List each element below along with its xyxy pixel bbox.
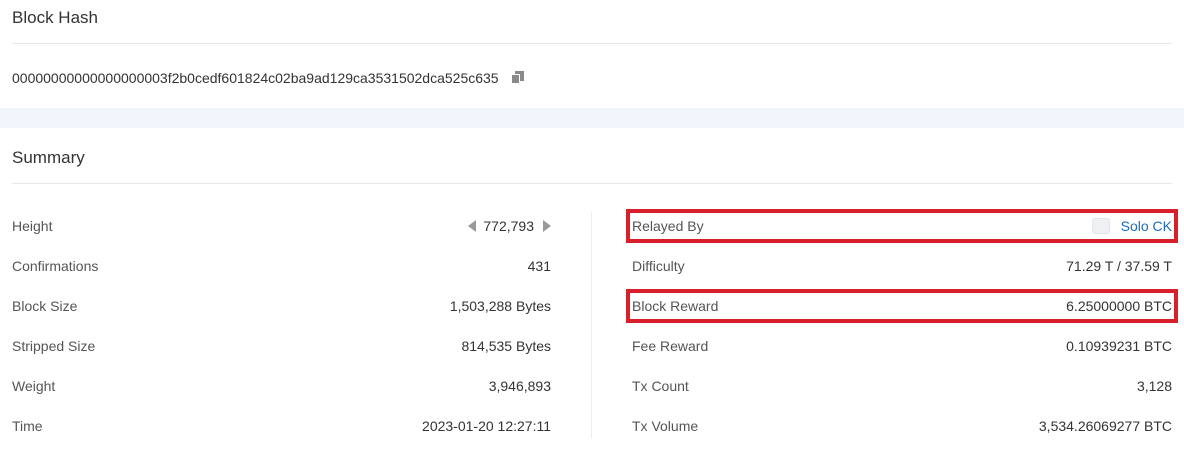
- summary-row-weight: Weight 3,946,893: [12, 366, 551, 406]
- summary-row-difficulty: Difficulty 71.29 T / 37.59 T: [632, 246, 1172, 286]
- tx-volume-value: 3,534.26069277 BTC: [1038, 418, 1172, 434]
- tx-count-label: Tx Count: [632, 378, 689, 394]
- summary-left-column: Height 772,793 Confirmations 431 Block S…: [12, 206, 551, 446]
- column-divider: [591, 212, 592, 438]
- confirmations-value: 431: [527, 258, 551, 274]
- tx-volume-label: Tx Volume: [632, 418, 699, 434]
- next-block-arrow-icon[interactable]: [543, 220, 551, 232]
- summary-row-time: Time 2023-01-20 12:27:11: [12, 406, 551, 446]
- summary-row-fee-reward: Fee Reward 0.10939231 BTC: [632, 326, 1172, 366]
- fee-reward-label: Fee Reward: [632, 338, 709, 354]
- copy-icon[interactable]: [510, 71, 525, 85]
- summary-right-column: Relayed By Solo CK Difficulty 71.29 T / …: [626, 206, 1178, 446]
- time-label: Time: [12, 418, 43, 434]
- stripped-size-value: 814,535 Bytes: [461, 338, 551, 354]
- block-hash-row: 00000000000000000003f2b0cedf601824c02ba9…: [12, 69, 525, 87]
- summary-row-stripped-size: Stripped Size 814,535 Bytes: [12, 326, 551, 366]
- block-hash-value: 00000000000000000003f2b0cedf601824c02ba9…: [12, 70, 499, 86]
- summary-row-block-reward: Block Reward 6.25000000 BTC: [626, 286, 1178, 326]
- time-value: 2023-01-20 12:27:11: [422, 418, 551, 434]
- summary-row-height: Height 772,793: [12, 206, 551, 246]
- stripped-size-label: Stripped Size: [12, 338, 96, 354]
- summary-row-relayed-by: Relayed By Solo CK: [626, 206, 1178, 246]
- tx-count-value: 3,128: [1136, 378, 1172, 394]
- block-size-label: Block Size: [12, 298, 78, 314]
- relayed-by-link[interactable]: Solo CK: [1121, 218, 1172, 234]
- previous-block-arrow-icon[interactable]: [468, 220, 477, 232]
- summary-row-tx-volume: Tx Volume 3,534.26069277 BTC: [632, 406, 1172, 446]
- height-value: 772,793: [483, 218, 534, 234]
- pool-logo-icon: [1091, 218, 1110, 234]
- height-label: Height: [12, 218, 53, 234]
- weight-label: Weight: [12, 378, 56, 394]
- block-hash-divider: [12, 43, 1172, 44]
- confirmations-label: Confirmations: [12, 258, 99, 274]
- block-reward-label: Block Reward: [632, 298, 719, 314]
- block-size-value: 1,503,288 Bytes: [449, 298, 551, 314]
- relayed-by-label: Relayed By: [632, 218, 704, 234]
- block-details-page: Block Hash 00000000000000000003f2b0cedf6…: [0, 0, 1184, 449]
- block-hash-title: Block Hash: [12, 8, 98, 27]
- summary-row-block-size: Block Size 1,503,288 Bytes: [12, 286, 551, 326]
- block-reward-value: 6.25000000 BTC: [1066, 298, 1172, 314]
- section-separator-band: [0, 108, 1184, 128]
- fee-reward-value: 0.10939231 BTC: [1066, 338, 1172, 354]
- summary-row-confirmations: Confirmations 431: [12, 246, 551, 286]
- summary-title: Summary: [12, 148, 85, 167]
- difficulty-label: Difficulty: [632, 258, 685, 274]
- summary-divider: [12, 183, 1172, 184]
- difficulty-value: 71.29 T / 37.59 T: [1066, 258, 1172, 274]
- weight-value: 3,946,893: [488, 378, 551, 394]
- summary-row-tx-count: Tx Count 3,128: [632, 366, 1172, 406]
